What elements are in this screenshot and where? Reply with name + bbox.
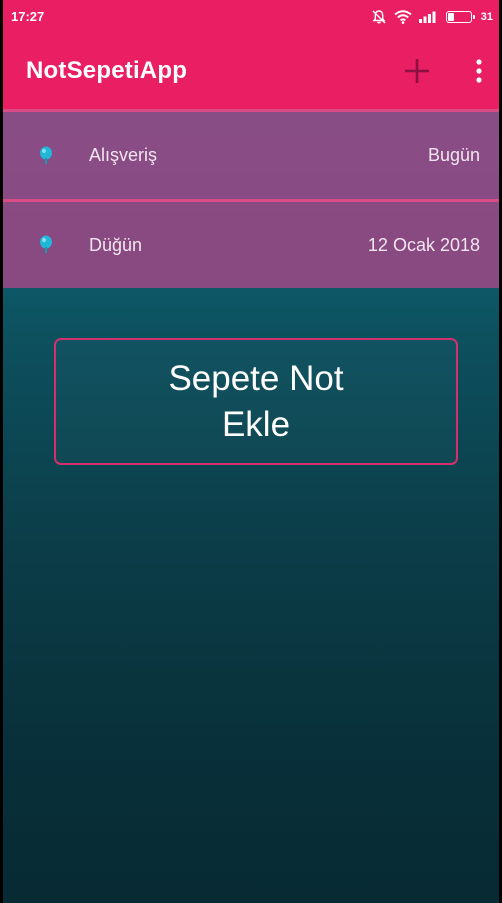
overflow-menu-button[interactable] [467, 51, 491, 91]
plus-icon [405, 59, 429, 83]
pin-icon [37, 146, 55, 166]
note-title: Alışveriş [89, 145, 158, 165]
add-note-toolbar-button[interactable] [397, 51, 437, 91]
battery-level: 31 [480, 10, 493, 23]
note-date: 12 Ocak 2018 [367, 234, 480, 255]
main-content: Alışveriş Bugün Düğün 12 Ocak 2018 Sepet… [3, 109, 499, 903]
status-bar: 17:27 31 [3, 0, 499, 33]
add-note-button[interactable]: Sepete Not Ekle [54, 338, 458, 465]
app-title: NotSepetiApp [26, 57, 188, 84]
phone-screen: 17:27 31 NotSepetiApp Alışveriş Bugün Dü… [3, 0, 499, 903]
status-icons: 31 [371, 9, 493, 25]
note-title: Düğün [89, 234, 143, 255]
notes-list: Alışveriş Bugün Düğün 12 Ocak 2018 [3, 109, 499, 288]
battery-icon [445, 10, 475, 23]
wifi-icon [394, 9, 412, 24]
notifications-off-icon [371, 9, 387, 25]
list-item[interactable]: Alışveriş Bugün [3, 109, 499, 199]
more-vert-icon [476, 59, 482, 83]
app-toolbar: NotSepetiApp [3, 33, 499, 109]
signal-icon [418, 10, 439, 23]
pin-icon [37, 235, 55, 255]
note-date: Bugün [427, 145, 480, 165]
list-item[interactable]: Düğün 12 Ocak 2018 [3, 199, 499, 288]
status-time: 17:27 [11, 9, 45, 24]
add-note-button-label: Sepete Not Ekle [168, 358, 344, 444]
